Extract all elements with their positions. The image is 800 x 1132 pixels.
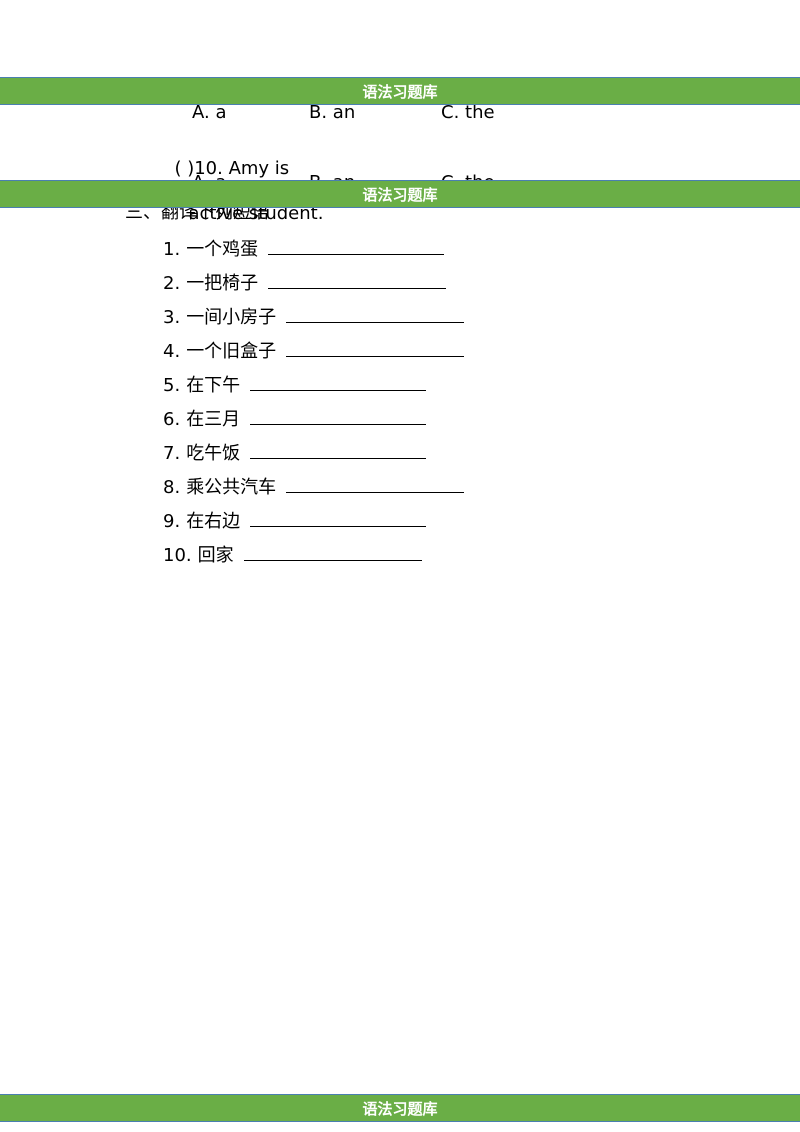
q9-option-a: A. a [192,102,227,123]
footer-title: 语法习题库 [362,1099,438,1118]
q10-option-a: A. a [192,172,226,180]
phrase-number: 6. [163,409,181,430]
phrase-number: 9. [163,511,181,532]
answer-blank[interactable] [268,238,445,255]
q9-option-c: C. the [441,102,495,123]
section-banner-title: 语法习题库 [362,185,438,204]
phrase-number: 10. [163,545,192,566]
phrase-number: 7. [163,443,181,464]
footer-banner: 语法习题库 [0,1094,800,1122]
phrase-item: 4. 一个旧盒子 [163,340,465,363]
phrase-text: 一个鸡蛋 [186,239,259,260]
q10-options-clip: A. a B. an C. the [0,168,800,180]
phrase-item: 3. 一间小房子 [163,306,465,329]
header-title: 语法习题库 [362,82,438,101]
q10-option-b: B. an [309,172,355,180]
answer-blank[interactable] [250,408,427,425]
section3-title-clip: 三、翻译下列短语 [0,208,800,226]
answer-blank[interactable] [268,272,447,289]
phrase-item: 10. 回家 [163,544,422,567]
phrase-number: 4. [163,341,181,362]
answer-blank[interactable] [243,544,422,561]
phrase-text: 回家 [197,545,234,566]
phrase-number: 5. [163,375,181,396]
q9-option-b: B. an [309,102,356,123]
phrase-text: 乘公共汽车 [186,477,277,498]
answer-blank[interactable] [250,442,427,459]
section3-title: 三、翻译下列短语 [125,208,269,223]
header-banner: 语法习题库 [0,77,800,105]
phrase-number: 2. [163,273,181,294]
q10-option-c: C. the [441,172,495,180]
answer-blank[interactable] [250,374,427,391]
phrase-item: 1. 一个鸡蛋 [163,238,445,261]
phrase-item: 9. 在右边 [163,510,427,533]
answer-blank[interactable] [286,476,465,493]
phrase-text: 一把椅子 [186,273,259,294]
phrase-item: 6. 在三月 [163,408,427,431]
phrase-text: 在右边 [186,511,241,532]
phrase-number: 8. [163,477,181,498]
phrase-item: 5. 在下午 [163,374,427,397]
answer-blank[interactable] [286,306,465,323]
answer-blank[interactable] [250,510,427,527]
phrase-number: 1. [163,239,181,260]
phrase-number: 3. [163,307,181,328]
phrase-item: 7. 吃午饭 [163,442,427,465]
section-banner: 语法习题库 [0,180,800,208]
answer-blank[interactable] [286,340,465,357]
phrase-text: 一个旧盒子 [186,341,277,362]
phrase-item: 2. 一把椅子 [163,272,447,295]
phrase-text: 吃午饭 [186,443,241,464]
phrase-text: 在下午 [186,375,241,396]
phrase-text: 在三月 [186,409,241,430]
phrase-text: 一间小房子 [186,307,277,328]
phrase-item: 8. 乘公共汽车 [163,476,465,499]
